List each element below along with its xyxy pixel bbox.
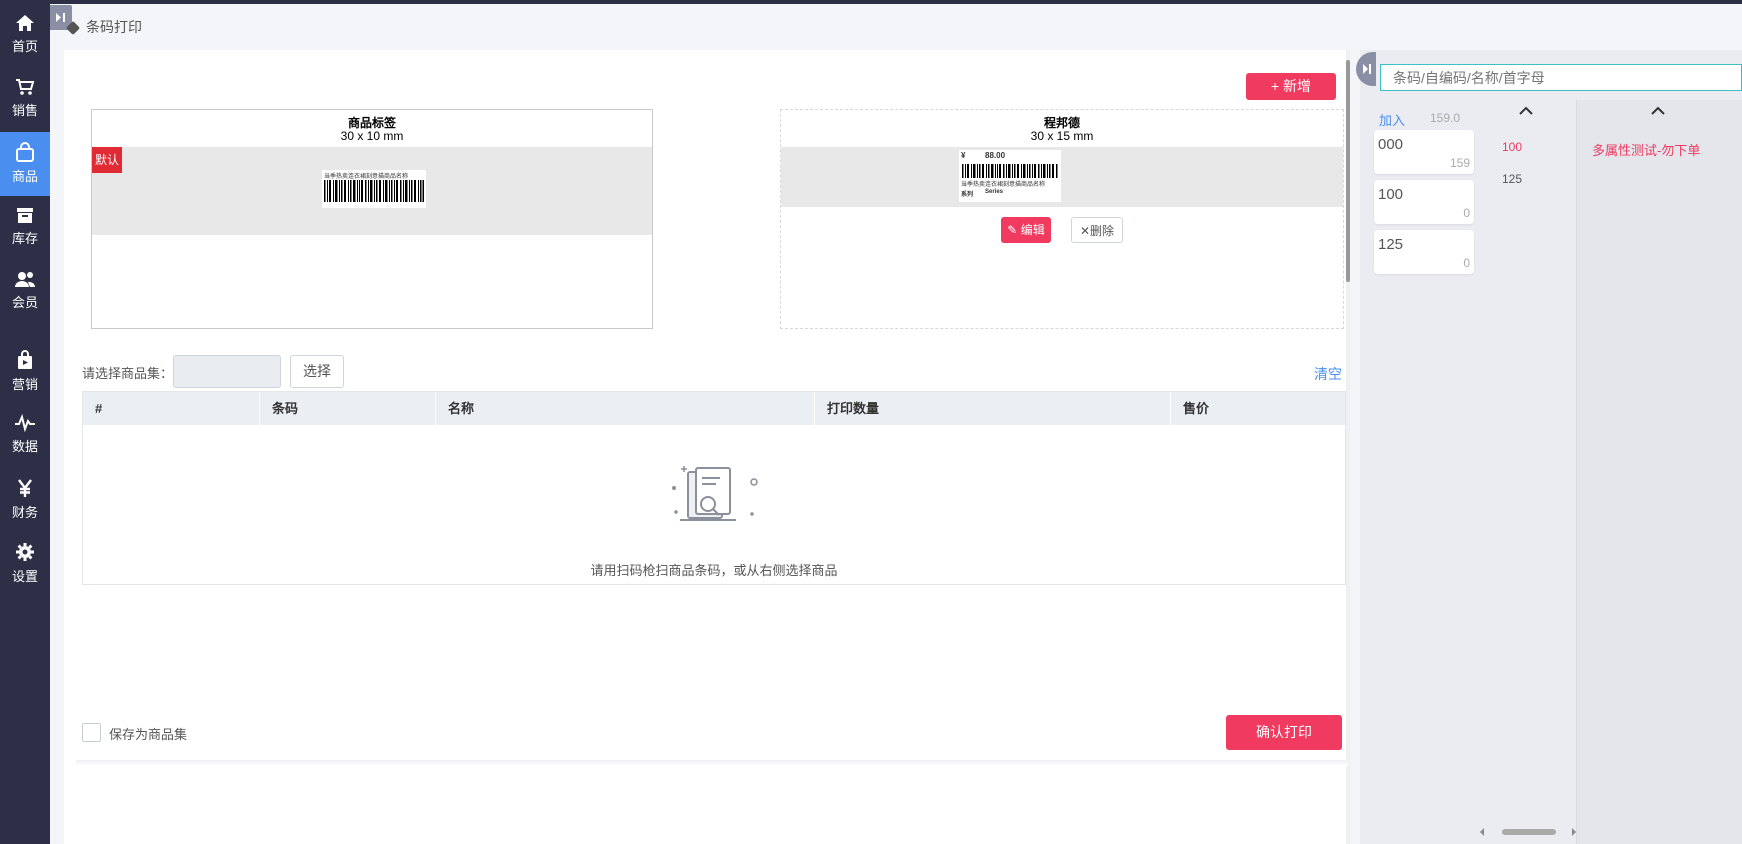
nav-label: 销售 <box>11 103 38 118</box>
delete-template-button[interactable]: ✕删除 <box>1071 217 1123 243</box>
column-header-price: 售价 <box>1183 401 1210 416</box>
section-divider <box>76 760 1348 766</box>
collapse-icon <box>1363 64 1371 74</box>
nav-label: 首页 <box>11 39 38 54</box>
product-set-input[interactable] <box>173 355 281 388</box>
series-label: 系列 <box>961 192 974 198</box>
scrollbar-track <box>1480 828 1576 836</box>
edit-template-button[interactable]: ✎ 编辑 <box>1001 217 1051 243</box>
save-as-set-checkbox[interactable] <box>82 723 101 742</box>
select-button[interactable]: 选择 <box>290 355 344 388</box>
horizontal-scrollbar[interactable] <box>1480 826 1576 838</box>
product-list-item[interactable]: 多属性测试-勿下单 <box>1592 140 1700 159</box>
column-header-print-qty: 打印数量 <box>815 392 1171 425</box>
variant-card[interactable]: 125 0 <box>1374 230 1474 274</box>
nav-item-finance[interactable]: 财务 <box>0 468 50 532</box>
confirm-print-button[interactable]: 确认打印 <box>1226 715 1342 750</box>
column-header-barcode: 条码 <box>260 392 436 425</box>
preview-text: 当季热卖连衣裙刻意描商品名称 <box>961 182 1046 188</box>
column-header-index: # <box>83 392 260 425</box>
gear-icon <box>16 543 34 561</box>
nav-item-marketing[interactable]: 营销 <box>0 340 50 404</box>
nav-item-members[interactable]: 会员 <box>0 260 50 324</box>
tag-icon <box>65 21 81 36</box>
product-list-column <box>1576 100 1742 844</box>
nav-label: 数据 <box>11 439 38 454</box>
nav-item-sales[interactable]: 销售 <box>0 68 50 132</box>
template-preview-area <box>781 147 1343 207</box>
template-size: 30 x 10 mm <box>340 129 404 143</box>
chevron-up-icon <box>1519 106 1533 115</box>
variant-stock: 0 <box>1463 256 1470 270</box>
variant-value: 125 <box>1378 236 1404 253</box>
price-value: 88.00 <box>985 151 1006 160</box>
variant-value: 100 <box>1378 186 1404 203</box>
nav-label: 会员 <box>11 295 38 310</box>
empty-state-text: 请用扫码枪扫商品条码，或从右侧选择商品 <box>590 563 838 578</box>
clear-link[interactable]: 清空 <box>1314 364 1342 384</box>
nav-label: 营销 <box>11 377 38 392</box>
nav-item-settings[interactable]: 设置 <box>0 532 50 596</box>
main-scrollbar-thumb[interactable] <box>1346 60 1350 282</box>
variant-stock: 159 <box>1449 156 1470 170</box>
preview-text: 当季热卖连衣裙刻意描商品名称 <box>324 174 409 180</box>
nav-label: 商品 <box>11 169 38 184</box>
series-value: Series <box>985 189 1004 195</box>
home-icon <box>16 15 34 31</box>
inventory-icon <box>17 208 33 223</box>
label-template-card[interactable]: 程邦德 30 x 15 mm ¥ 88.00 当季热卖连衣裙刻意描商品名称 系列… <box>780 109 1344 329</box>
close-icon: ✕ <box>1079 224 1091 238</box>
add-value: 159.0 <box>1430 111 1461 125</box>
price-symbol: ¥ <box>961 151 966 160</box>
top-bar <box>0 0 1742 4</box>
add-link[interactable]: 加入 <box>1379 110 1405 129</box>
edit-icon: ✎ <box>1007 223 1018 237</box>
scroll-up-button[interactable] <box>1651 104 1665 118</box>
members-icon <box>15 272 36 287</box>
panel-toggle-button[interactable] <box>1356 52 1376 86</box>
variant-card[interactable]: 100 0 <box>1374 180 1474 224</box>
variant-stock: 0 <box>1463 206 1470 220</box>
nav-item-products[interactable]: 商品 <box>0 132 50 196</box>
save-as-set-label: 保存为商品集 <box>109 727 188 742</box>
barcode-icon <box>962 164 1058 178</box>
product-search-input[interactable] <box>1380 64 1742 91</box>
add-label-button[interactable]: + 新增 <box>1246 73 1336 100</box>
empty-document-icon <box>672 466 758 521</box>
pulse-icon <box>15 414 35 432</box>
barcode-preview: ¥ 88.00 当季热卖连衣裙刻意描商品名称 系列 Series <box>959 150 1061 202</box>
nav-item-home[interactable]: 首页 <box>0 4 50 68</box>
breadcrumb: 条码打印 <box>65 17 142 37</box>
edit-label: 编辑 <box>1020 223 1045 237</box>
size-option[interactable]: 125 <box>1502 172 1522 186</box>
cart-icon <box>16 79 35 95</box>
nav-label: 财务 <box>11 505 38 520</box>
column-divider <box>1576 100 1577 844</box>
product-table: # 条码 名称 打印数量 售价 请用扫码枪扫商品条码，或从右侧选择商品 <box>82 391 1346 585</box>
yen-icon <box>18 479 32 497</box>
nav-label: 库存 <box>11 231 38 246</box>
column-header-name: 名称 <box>436 392 815 425</box>
bag-icon <box>16 142 34 162</box>
barcode-icon <box>324 180 424 202</box>
nav-item-data[interactable]: 数据 <box>0 404 50 468</box>
chevron-up-icon <box>1651 106 1665 115</box>
label-template-card[interactable]: 商品标签 30 x 10 mm 默认 当季热卖连衣裙刻意描商品名称 <box>91 109 653 329</box>
scroll-up-button[interactable] <box>1519 104 1533 118</box>
marketing-icon <box>18 350 32 369</box>
barcode-preview: 当季热卖连衣裙刻意描商品名称 <box>322 170 426 208</box>
nav-item-inventory[interactable]: 库存 <box>0 196 50 260</box>
size-option[interactable]: 100 <box>1502 140 1522 154</box>
nav-label: 设置 <box>11 569 38 584</box>
product-set-label: 请选择商品集： <box>82 366 174 381</box>
sidebar: 首页 销售 商品 库存 会员 营销 数据 财务 设置 <box>0 0 50 844</box>
table-header: # 条码 名称 打印数量 售价 <box>83 392 1345 425</box>
template-size: 30 x 15 mm <box>1030 129 1094 143</box>
page-title: 条码打印 <box>86 19 142 35</box>
variant-value: 000 <box>1378 136 1404 153</box>
variant-card[interactable]: 000 159 <box>1374 130 1474 174</box>
default-badge: 默认 <box>92 147 122 173</box>
delete-label: 删除 <box>1090 224 1115 238</box>
